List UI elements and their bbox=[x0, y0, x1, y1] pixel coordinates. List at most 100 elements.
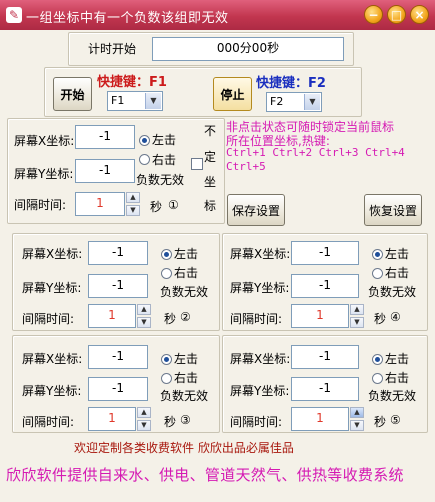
spin-down-icon[interactable]: ▼ bbox=[137, 317, 151, 328]
fixed-coordinate-char-3: 坐 bbox=[204, 175, 217, 189]
group-5-interval-label: 间隔时间: bbox=[230, 415, 283, 429]
group-4-number: ④ bbox=[390, 310, 401, 324]
group-2-right-click-radio[interactable] bbox=[161, 268, 172, 279]
group-3-left-click-radio[interactable] bbox=[161, 354, 172, 365]
group-3-y-input[interactable]: -1 bbox=[88, 377, 148, 401]
spin-up-icon[interactable]: ▲ bbox=[126, 192, 140, 203]
fixed-coordinate-char-4: 标 bbox=[204, 199, 217, 213]
group-1-negative-invalid-label: 负数无效 bbox=[136, 173, 185, 187]
group-1-interval-spinner[interactable]: ▲ ▼ bbox=[126, 192, 140, 216]
group-5-interval-input[interactable]: 1 bbox=[291, 407, 349, 431]
group-5-seconds-label: 秒 bbox=[374, 415, 387, 429]
group-1-seconds-label: 秒 bbox=[150, 200, 163, 214]
group-4-left-click-radio[interactable] bbox=[372, 249, 383, 260]
group-1-y-input[interactable]: -1 bbox=[75, 159, 135, 183]
group-5-left-click-radio[interactable] bbox=[372, 354, 383, 365]
group-2-left-click-label: 左击 bbox=[174, 247, 199, 261]
chevron-down-icon[interactable]: ▼ bbox=[304, 94, 320, 110]
hint-line-3: Ctrl+1 Ctrl+2 Ctrl+3 Ctrl+4 bbox=[226, 146, 405, 159]
fixed-coordinate-checkbox[interactable] bbox=[191, 158, 203, 170]
group-4-negative-invalid-label: 负数无效 bbox=[368, 285, 417, 299]
maximize-button[interactable]: □ bbox=[387, 5, 406, 24]
group-3-number: ③ bbox=[180, 413, 191, 427]
group-5-x-label: 屏幕X坐标: bbox=[230, 352, 291, 366]
restore-settings-button[interactable]: 恢复设置 bbox=[364, 194, 422, 226]
group-5-interval-spinner[interactable]: ▲ ▼ bbox=[350, 407, 364, 431]
group-1-number: ① bbox=[168, 198, 179, 212]
spin-up-icon[interactable]: ▲ bbox=[350, 304, 364, 315]
group-1-left-click-radio[interactable] bbox=[139, 135, 150, 146]
app-icon: ✎ bbox=[6, 7, 22, 23]
group-3-interval-spinner[interactable]: ▲ ▼ bbox=[137, 407, 151, 431]
group-3-right-click-radio[interactable] bbox=[161, 373, 172, 384]
group-3-x-label: 屏幕X坐标: bbox=[22, 352, 83, 366]
group-2-y-label: 屏幕Y坐标: bbox=[22, 281, 82, 295]
spin-down-icon[interactable]: ▼ bbox=[350, 317, 364, 328]
group-4-right-click-label: 右击 bbox=[385, 266, 410, 280]
save-settings-button[interactable]: 保存设置 bbox=[227, 194, 285, 226]
start-hotkey-label: 快捷键：F1 bbox=[97, 75, 167, 90]
close-button[interactable]: × bbox=[410, 5, 429, 24]
group-1-interval-input[interactable]: 1 bbox=[75, 192, 125, 216]
start-hotkey-value: F1 bbox=[111, 94, 125, 107]
group-1-right-click-radio[interactable] bbox=[139, 154, 150, 165]
spin-up-icon[interactable]: ▲ bbox=[137, 407, 151, 418]
group-2-interval-input[interactable]: 1 bbox=[88, 304, 136, 328]
group-2-negative-invalid-label: 负数无效 bbox=[160, 285, 209, 299]
group-4-x-input[interactable]: -1 bbox=[291, 241, 359, 265]
group-2-interval-spinner[interactable]: ▲ ▼ bbox=[137, 304, 151, 328]
group-2-x-label: 屏幕X坐标: bbox=[22, 247, 83, 261]
timer-label: 计时开始 bbox=[88, 42, 137, 56]
group-2-number: ② bbox=[180, 310, 191, 324]
group-2-seconds-label: 秒 bbox=[164, 312, 177, 326]
group-3-y-label: 屏幕Y坐标: bbox=[22, 384, 82, 398]
group-1-x-label: 屏幕X坐标: bbox=[14, 134, 75, 148]
group-3-negative-invalid-label: 负数无效 bbox=[160, 389, 209, 403]
group-1-x-input[interactable]: -1 bbox=[75, 125, 135, 149]
group-3-interval-label: 间隔时间: bbox=[22, 415, 75, 429]
group-5-y-label: 屏幕Y坐标: bbox=[230, 384, 290, 398]
group-5-right-click-label: 右击 bbox=[385, 371, 410, 385]
stop-button[interactable]: 停止 bbox=[213, 77, 252, 111]
spin-up-icon[interactable]: ▲ bbox=[137, 304, 151, 315]
group-2-x-input[interactable]: -1 bbox=[88, 241, 148, 265]
group-4-interval-label: 间隔时间: bbox=[230, 312, 283, 326]
spin-down-icon[interactable]: ▼ bbox=[137, 420, 151, 431]
group-4-left-click-label: 左击 bbox=[385, 247, 410, 261]
marquee-area: 欣欣软件提供自来水、供电、管道天然气、供热等收费系统 bbox=[4, 458, 431, 496]
group-4-right-click-radio[interactable] bbox=[372, 268, 383, 279]
group-4-y-input[interactable]: -1 bbox=[291, 274, 359, 298]
group-1-right-click-label: 右击 bbox=[152, 153, 177, 167]
group-5-x-input[interactable]: -1 bbox=[291, 345, 359, 369]
group-2-right-click-label: 右击 bbox=[174, 266, 199, 280]
fixed-coordinate-char-2: 定 bbox=[204, 150, 217, 164]
start-button[interactable]: 开始 bbox=[53, 77, 92, 111]
window-title: 一组坐标中有一个负数该组即无效 bbox=[26, 11, 229, 26]
fixed-coordinate-char-1: 不 bbox=[204, 124, 217, 138]
group-3-x-input[interactable]: -1 bbox=[88, 345, 148, 369]
group-2-y-input[interactable]: -1 bbox=[88, 274, 148, 298]
group-5-y-input[interactable]: -1 bbox=[291, 377, 359, 401]
spin-up-icon[interactable]: ▲ bbox=[350, 407, 364, 418]
stop-hotkey-select[interactable]: F2 ▼ bbox=[266, 92, 322, 112]
group-5-right-click-radio[interactable] bbox=[372, 373, 383, 384]
title-bar[interactable]: ✎ 一组坐标中有一个负数该组即无效 − □ × bbox=[0, 0, 435, 30]
group-5-number: ⑤ bbox=[390, 413, 401, 427]
group-2-left-click-radio[interactable] bbox=[161, 249, 172, 260]
group-4-interval-spinner[interactable]: ▲ ▼ bbox=[350, 304, 364, 328]
group-2-interval-label: 间隔时间: bbox=[22, 312, 75, 326]
group-3-seconds-label: 秒 bbox=[164, 415, 177, 429]
minimize-button[interactable]: − bbox=[364, 5, 383, 24]
group-4-interval-input[interactable]: 1 bbox=[291, 304, 349, 328]
client-area: 计时开始 000分00秒 开始 快捷键：F1 F1 ▼ 停止 快捷键：F2 F2… bbox=[4, 30, 431, 498]
spin-down-icon[interactable]: ▼ bbox=[126, 205, 140, 216]
chevron-down-icon[interactable]: ▼ bbox=[145, 93, 161, 109]
group-4-seconds-label: 秒 bbox=[374, 312, 387, 326]
group-5-negative-invalid-label: 负数无效 bbox=[368, 389, 417, 403]
spin-down-icon[interactable]: ▼ bbox=[350, 420, 364, 431]
start-hotkey-select[interactable]: F1 ▼ bbox=[107, 91, 163, 111]
group-3-interval-input[interactable]: 1 bbox=[88, 407, 136, 431]
footer-slogan: 欢迎定制各类收费软件 欣欣出品必属佳品 bbox=[74, 441, 294, 455]
stop-hotkey-value: F2 bbox=[270, 95, 284, 108]
group-4-y-label: 屏幕Y坐标: bbox=[230, 281, 290, 295]
